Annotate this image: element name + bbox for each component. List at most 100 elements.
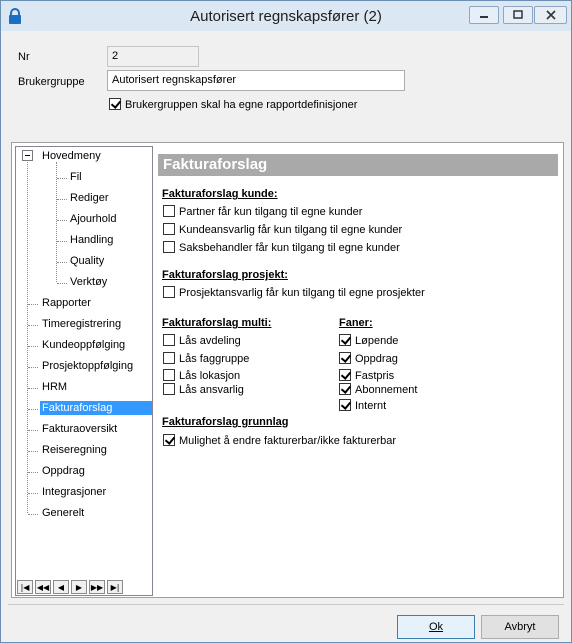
checkbox-label: Lås faggruppe — [179, 353, 250, 365]
tree-connector — [28, 325, 38, 326]
checkbox-box[interactable] — [163, 369, 175, 381]
kunde-option-partner-far-kun-tilgang-til-egne-kunder[interactable]: Partner får kun tilgang til egne kunder — [163, 205, 362, 218]
kunde-option-saksbehandler-far-kun-tilgang-til-egne-kunder[interactable]: Saksbehandler får kun tilgang til egne k… — [163, 241, 400, 254]
first-record-button[interactable]: |◀ — [17, 580, 33, 594]
tree-connector — [57, 220, 67, 221]
ok-button[interactable]: Ok — [397, 615, 475, 639]
tree-item-prosjektoppfolging[interactable]: Prosjektoppfølging — [40, 359, 135, 373]
tree-root-hovedmeny[interactable]: Hovedmeny — [40, 149, 103, 163]
checkbox-box[interactable] — [163, 286, 175, 298]
tree-connector — [57, 178, 67, 179]
cancel-button[interactable]: Avbryt — [481, 615, 559, 639]
tree-item-quality[interactable]: Quality — [68, 254, 106, 268]
tree-item-integrasjoner[interactable]: Integrasjoner — [40, 485, 108, 499]
tree-item-ajourhold[interactable]: Ajourhold — [68, 212, 118, 226]
checkbox-box[interactable] — [339, 369, 351, 381]
cancel-label: Avbryt — [504, 621, 536, 633]
prosjekt-option-prosjektansvarlig-far-kun-tilgang-til-egne-prosjekter[interactable]: Prosjektansvarlig får kun tilgang til eg… — [163, 286, 425, 299]
checkbox-box[interactable] — [163, 223, 175, 235]
tree-connector — [57, 262, 67, 263]
next-record-button[interactable]: ▶ — [71, 580, 87, 594]
checkbox-label: Prosjektansvarlig får kun tilgang til eg… — [179, 287, 425, 299]
close-button[interactable] — [534, 6, 567, 24]
tree-connector — [28, 493, 38, 494]
tree-connector — [28, 409, 38, 410]
tree-item-fakturaoversikt[interactable]: Fakturaoversikt — [40, 422, 119, 436]
faner-option-fastpris[interactable]: Fastpris — [339, 369, 394, 382]
minimize-icon — [480, 16, 488, 18]
ok-label: Ok — [428, 621, 444, 633]
checkbox-label: Saksbehandler får kun tilgang til egne k… — [179, 242, 400, 254]
title-bar[interactable]: Autorisert regnskapsfører (2) — [1, 1, 571, 31]
tree-line-children — [56, 162, 57, 282]
checkbox-box[interactable] — [339, 399, 351, 411]
own-reports-label: Brukergruppen skal ha egne rapportdefini… — [125, 99, 358, 111]
tree-item-rediger[interactable]: Rediger — [68, 191, 111, 205]
tree-item-generelt[interactable]: Generelt — [40, 506, 86, 520]
dialog-client: Nr 2 Brukergruppe Autorisert regnskapsfø… — [8, 31, 564, 639]
tree-connector — [28, 430, 38, 431]
checkbox-box[interactable] — [163, 383, 175, 395]
multi-option-las-ansvarlig[interactable]: Lås ansvarlig — [163, 383, 244, 396]
checkbox-label: Oppdrag — [355, 353, 398, 365]
last-icon: ▶| — [110, 582, 120, 592]
checkbox-label: Lås avdeling — [179, 335, 241, 347]
tree-connector — [28, 514, 38, 515]
prev-page-button[interactable]: ◀◀ — [35, 580, 51, 594]
tree-item-verktoy[interactable]: Verktøy — [68, 275, 109, 289]
tree-item-reiseregning[interactable]: Reiseregning — [40, 443, 109, 457]
collapse-toggle[interactable] — [22, 150, 33, 161]
multi-option-las-lokasjon[interactable]: Lås lokasjon — [163, 369, 240, 382]
faner-option-oppdrag[interactable]: Oppdrag — [339, 352, 398, 365]
checkbox-label: Løpende — [355, 335, 399, 347]
menu-tree: Hovedmeny Fil Rediger Ajourhold Handling Qua… — [15, 146, 153, 596]
kunde-option-kundeansvarlig-far-kun-tilgang-til-egne-kunder[interactable]: Kundeansvarlig får kun tilgang til egne … — [163, 223, 402, 236]
brukergruppe-label: Brukergruppe — [18, 76, 85, 88]
close-icon — [545, 10, 556, 20]
checkbox-label: Mulighet å endre fakturerbar/ikke faktur… — [179, 435, 397, 447]
tree-item-hrm[interactable]: HRM — [40, 380, 69, 394]
checkbox-box[interactable] — [163, 334, 175, 346]
multi-option-las-faggruppe[interactable]: Lås faggruppe — [163, 352, 249, 365]
faner-option-abonnement[interactable]: Abonnement — [339, 383, 417, 396]
checkbox-label: Kundeansvarlig får kun tilgang til egne … — [179, 224, 403, 236]
tree-item-fil[interactable]: Fil — [68, 170, 84, 184]
restore-icon — [513, 10, 523, 19]
multi-option-las-avdeling[interactable]: Lås avdeling — [163, 334, 241, 347]
tree-connector — [28, 304, 38, 305]
brukergruppe-field[interactable]: Autorisert regnskapsfører — [107, 70, 405, 91]
checkbox-box[interactable] — [163, 205, 175, 217]
tree-item-oppdrag[interactable]: Oppdrag — [40, 464, 87, 478]
nr-field: 2 — [107, 46, 199, 67]
prosjekt-section-title: Fakturaforslag prosjekt: — [162, 269, 288, 281]
minimize-button[interactable] — [469, 6, 499, 24]
faner-option-internt[interactable]: Internt — [339, 399, 386, 412]
tree-connector — [28, 451, 38, 452]
tree-line-root — [27, 162, 28, 513]
tree-item-kundeoppfolging[interactable]: Kundeoppfølging — [40, 338, 127, 352]
tree-item-timeregistrering[interactable]: Timeregistrering — [40, 317, 123, 331]
tree-connector — [57, 283, 67, 284]
settings-panel: Hovedmeny Fil Rediger Ajourhold Handling Qua… — [11, 142, 564, 598]
checkbox-box[interactable] — [163, 434, 175, 446]
maximize-button[interactable] — [503, 6, 533, 24]
nr-label: Nr — [18, 51, 30, 63]
next-page-button[interactable]: ▶▶ — [89, 580, 105, 594]
checkbox-box[interactable] — [339, 383, 351, 395]
grunnlag-option-mulighet-a-endre-fakturerbar-ikke-fakturerbar[interactable]: Mulighet å endre fakturerbar/ikke faktur… — [163, 434, 396, 447]
checkbox-box[interactable] — [163, 241, 175, 253]
checkbox-box[interactable] — [339, 334, 351, 346]
tree-item-fakturaforslag[interactable]: Fakturaforslag — [40, 401, 152, 415]
own-reports-checkbox[interactable]: Brukergruppen skal ha egne rapportdefini… — [109, 98, 357, 111]
checkbox-box[interactable] — [339, 352, 351, 364]
first-icon: |◀ — [20, 582, 30, 592]
tree-connector — [28, 346, 38, 347]
checkbox-box[interactable] — [163, 352, 175, 364]
faner-option-lopende[interactable]: Løpende — [339, 334, 398, 347]
prev-record-button[interactable]: ◀ — [53, 580, 69, 594]
checkbox-label: Lås lokasjon — [179, 370, 241, 382]
checkbox-box[interactable] — [109, 98, 121, 110]
last-record-button[interactable]: ▶| — [107, 580, 123, 594]
tree-item-handling[interactable]: Handling — [68, 233, 115, 247]
tree-item-rapporter[interactable]: Rapporter — [40, 296, 93, 310]
